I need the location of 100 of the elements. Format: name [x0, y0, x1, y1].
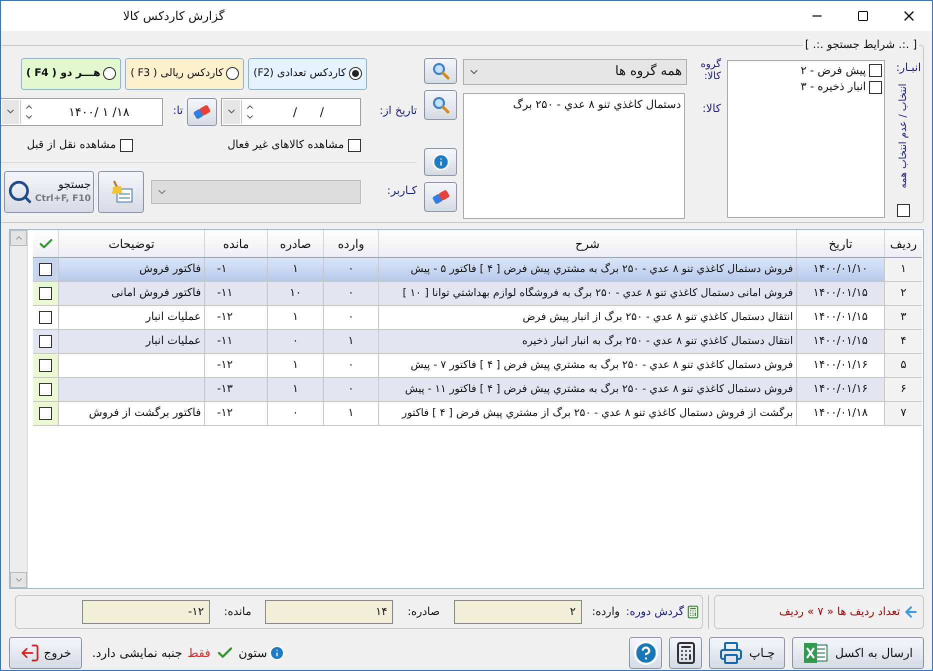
row-count-text: تعداد ردیف ها « ۷ » ردیف	[779, 604, 900, 620]
column-header[interactable]: ردیف	[884, 230, 922, 257]
option-label[interactable]: مشاهده کالاهای غیر فعال	[227, 137, 344, 154]
table-cell: ۰	[323, 378, 378, 401]
table-row[interactable]: ۳ ۱۴۰۰/۰۱/۱۵ انتقال دستمال كاغذي تنو ۸ عدي - ۲۵۰ برگ از انبار پيش فرض ۰ ۱ -۱۲ عمليات انبار	[33, 306, 922, 330]
field-label: تا:	[172, 103, 183, 120]
total-field: ۲	[454, 600, 582, 624]
select-all-checkbox[interactable]	[896, 204, 910, 216]
row-checkbox[interactable]	[39, 407, 52, 420]
radio-button[interactable]	[349, 67, 362, 80]
mode-option[interactable]: هـــر دو ( F4 )	[21, 58, 122, 90]
warehouse-checkbox[interactable]	[869, 80, 882, 94]
row-checkbox[interactable]	[39, 287, 52, 300]
option-checkbox[interactable]	[120, 139, 133, 152]
column-header[interactable]: تاریخ	[796, 230, 884, 257]
clear-button[interactable]	[424, 182, 457, 212]
row-checkbox[interactable]	[39, 311, 52, 324]
table-cell: ۱۴۰۰/۰۱/۱۵	[796, 306, 884, 329]
warehouse-list[interactable]: پيش فرض - ۲ انبار ذخيره - ۳	[727, 60, 885, 218]
mode-option[interactable]: کاردکس ریالی ( F3 )	[125, 58, 244, 90]
note-text: فقط	[187, 645, 211, 662]
row-number: ۵	[884, 354, 922, 377]
product-list[interactable]: دستمال كاغذي تنو ۸ عدي - ۲۵۰ برگ	[463, 92, 685, 218]
table-row[interactable]: ۲ ۱۴۰۰/۰۱/۱۵ فروش امانى دستمال كاغذي تنو ۸ عدي - ۲۵۰ برگ به فروشگاه لوازم بهداشتي توانا [ ۱۰ ] ۰ ۱۰ -۱۱ فاكتور فروش امانى	[33, 282, 922, 306]
mode-label: هـــر دو ( F4 )	[26, 66, 100, 81]
warehouse-item[interactable]: پيش فرض - ۲	[800, 62, 866, 79]
column-header[interactable]: توضیحات	[58, 230, 204, 257]
table-row[interactable]: ۱ ۱۴۰۰/۰۱/۱۰ فروش دستمال كاغذي تنو ۸ عدي - ۲۵۰ برگ به مشتري پيش فرض [ ۴ ] فاكتور ۵ - پيش ۰ ۱ -۱ فاكتور فروش	[33, 258, 922, 282]
search-button[interactable]	[424, 58, 457, 84]
field-label: صادره:	[407, 604, 440, 620]
info-icon	[269, 645, 286, 661]
clean-button[interactable]	[98, 170, 144, 212]
field-label: تاریخ از:	[378, 103, 417, 120]
table-cell: فروش امانى دستمال كاغذي تنو ۸ عدي - ۲۵۰ برگ به فروشگاه لوازم بهداشتي توانا [ ۱۰ ]	[378, 282, 796, 305]
select-all-label[interactable]: انتخاب / عدم انتخاب همه	[896, 84, 910, 204]
table-cell: فروش دستمال كاغذي تنو ۸ عدي - ۲۵۰ برگ به مشتري پيش فرض [ ۴ ] فاكتور ۱۱ - پيش	[378, 378, 796, 401]
table-cell: ۱	[267, 354, 323, 377]
table-cell: -۱۱	[204, 330, 267, 353]
excel-button[interactable]: ارسال به اکسل	[792, 637, 924, 669]
help-button[interactable]	[629, 637, 662, 669]
table-cell: ۰	[323, 306, 378, 329]
table-row[interactable]: ۵ ۱۴۰۰/۰۱/۱۶ فروش دستمال كاغذي تنو ۸ عدي - ۲۵۰ برگ به مشتري پيش فرض [ ۴ ] فاكتور ۷ - پيش ۰ ۱ -۱۲	[33, 354, 922, 378]
table-cell: ۱۰	[267, 282, 323, 305]
table-cell: فروش دستمال كاغذي تنو ۸ عدي - ۲۵۰ برگ به مشتري پيش فرض [ ۴ ] فاكتور ۷ - پيش	[378, 354, 796, 377]
column-header[interactable]: مانده	[204, 230, 267, 257]
print-button[interactable]: چـاپ	[709, 637, 785, 669]
maximize-icon[interactable]	[857, 10, 869, 22]
warehouse-item[interactable]: انبار ذخيره - ۳	[800, 79, 866, 96]
field-label: مانده:	[224, 604, 252, 620]
table-cell: ۱	[267, 306, 323, 329]
field-label: کالا:	[701, 100, 721, 116]
table-cell: ۱۴۰۰/۰۱/۱۵	[796, 282, 884, 305]
table-row[interactable]: ۶ ۱۴۰۰/۰۱/۱۶ فروش دستمال كاغذي تنو ۸ عدي - ۲۵۰ برگ به مشتري پيش فرض [ ۴ ] فاكتور ۱۱ - پيش ۰ ۱ -۱۳	[33, 378, 922, 402]
date-from-field[interactable]: / /	[221, 98, 361, 126]
radio-button[interactable]	[103, 67, 116, 80]
date-value: / /	[292, 104, 325, 120]
row-checkbox[interactable]	[39, 383, 52, 396]
column-header[interactable]: صادره	[267, 230, 323, 257]
table-row[interactable]: ۷ ۱۴۰۰/۰۱/۱۸ برگشت از فروش دستمال كاغذي تنو ۸ عدي - ۲۵۰ برگ از مشتري پيش فرض [ ۴ ] فاكتور ۱ ۰ -۱۲ فاكتور برگشت از فروش	[33, 402, 922, 426]
row-checkbox[interactable]	[39, 359, 52, 372]
date-to-field[interactable]: ۱۴۰۰/ ۱ /۱۸	[1, 98, 163, 126]
table-cell: -۱۱	[204, 282, 267, 305]
row-number: ۱	[884, 258, 922, 281]
warehouse-checkbox[interactable]	[869, 64, 882, 78]
table-cell: ۱	[323, 330, 378, 353]
table-row[interactable]: ۴ ۱۴۰۰/۰۱/۱۵ انتقال دستمال كاغذي تنو ۸ عدي - ۲۵۰ برگ به انبار انبار ذخيره ۱ ۰ -۱۱ عمليات انبار	[33, 330, 922, 354]
row-number: ۲	[884, 282, 922, 305]
column-header[interactable]: شرح	[378, 230, 796, 257]
row-checkbox[interactable]	[39, 263, 52, 276]
table-cell: -۱۳	[204, 378, 267, 401]
option-checkbox[interactable]	[348, 139, 361, 152]
spreadsheet-icon	[803, 642, 830, 664]
clear-button[interactable]	[187, 98, 217, 126]
note-text: جنبه نمایشی دارد.	[92, 645, 182, 662]
row-number: ۴	[884, 330, 922, 353]
table-cell: ۱۴۰۰/۰۱/۱۶	[796, 354, 884, 377]
mode-label: کاردکس تعدادی (F2)	[253, 66, 346, 81]
search-button[interactable]	[424, 90, 457, 120]
calculator-button[interactable]	[669, 637, 702, 669]
table-cell: -۱۲	[204, 354, 267, 377]
exit-button[interactable]: خروج	[9, 637, 82, 669]
table-cell: ۰	[323, 282, 378, 305]
info-button[interactable]	[424, 148, 457, 176]
radio-button[interactable]	[226, 67, 240, 80]
table-cell: ۰	[267, 330, 323, 353]
field-label: وارده:	[592, 604, 620, 620]
option-label[interactable]: مشاهده نقل از قبل	[26, 137, 116, 154]
info-icon	[432, 152, 450, 170]
table-cell: ۰	[267, 402, 323, 425]
table-cell: ۱	[267, 258, 323, 281]
table-cell: ۱	[323, 402, 378, 425]
product-item[interactable]: دستمال كاغذي تنو ۸ عدي - ۲۵۰ برگ	[467, 96, 681, 113]
group-dropdown[interactable]: همه گروه ها	[463, 58, 687, 84]
row-checkbox[interactable]	[39, 335, 52, 348]
mode-option[interactable]: کاردکس تعدادی (F2)	[248, 58, 367, 90]
table-cell: ۱۴۰۰/۰۱/۱۶	[796, 378, 884, 401]
column-header[interactable]: وارده	[323, 230, 378, 257]
calculator-icon	[686, 605, 700, 619]
field-label: کـاربر:	[386, 183, 417, 200]
total-field: ۱۴	[265, 600, 394, 624]
